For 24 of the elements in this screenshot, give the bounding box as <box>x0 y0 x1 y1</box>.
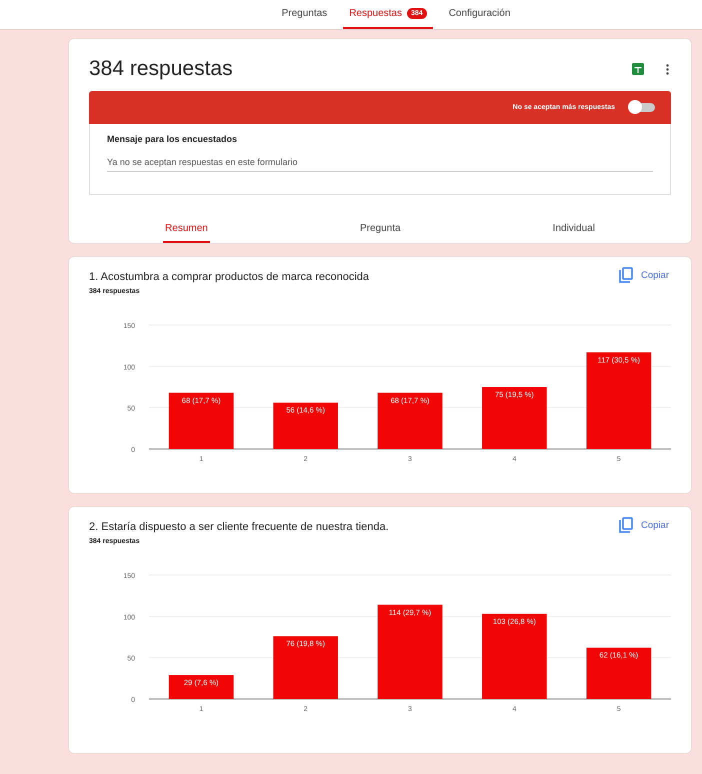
bar <box>378 392 442 449</box>
view-tab[interactable]: Pregunta <box>358 217 403 243</box>
copy-icon <box>619 517 633 533</box>
bar <box>168 392 234 449</box>
more-options-icon[interactable] <box>666 64 669 74</box>
question-title: 1. Acostumbra a comprar productos de marca reconocida <box>89 271 370 283</box>
bar <box>168 675 234 699</box>
question-title: 2. Estaría dispuesto a ser cliente frecuente de nuestra tienda. <box>89 521 389 533</box>
accept-responses-toggle[interactable] <box>629 103 655 112</box>
copy-icon <box>619 267 633 283</box>
copy-button[interactable]: Copiar <box>619 267 669 283</box>
bar <box>482 387 547 449</box>
bar <box>586 648 652 699</box>
tab[interactable]: Preguntas <box>276 0 334 29</box>
view-tab[interactable]: Resumen <box>163 217 210 243</box>
bar <box>273 636 338 699</box>
spreadsheet-icon[interactable] <box>632 63 644 75</box>
responses-title: 384 respuestas <box>89 57 233 81</box>
message-field[interactable]: Ya no se aceptan respuestas en este formulario <box>107 157 653 172</box>
message-label: Mensaje para los encuestados <box>107 134 238 144</box>
tab[interactable]: Configuración <box>442 0 516 29</box>
bar <box>273 402 338 449</box>
view-tab[interactable]: Individual <box>550 217 597 243</box>
copy-button[interactable]: Copiar <box>619 517 669 533</box>
